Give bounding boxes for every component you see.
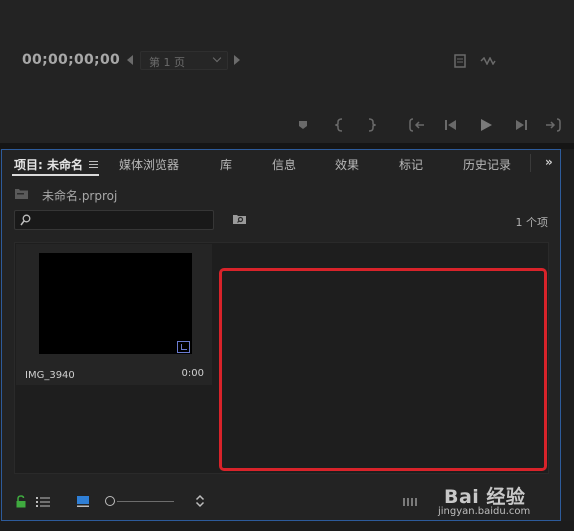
clip-name: IMG_3940 bbox=[25, 370, 75, 381]
step-forward-icon[interactable] bbox=[514, 119, 528, 131]
item-count: 1 个项 bbox=[515, 216, 549, 229]
tab-markers[interactable]: 标记 bbox=[399, 156, 423, 173]
status-bar bbox=[0, 521, 574, 531]
zoom-slider-thumb[interactable] bbox=[105, 496, 115, 506]
source-monitor: 00;00;00;00 第 1 页 bbox=[0, 0, 574, 143]
clip-item[interactable]: IMG_3940 0:00 bbox=[16, 244, 212, 385]
tab-project[interactable]: 项目: 未命名 bbox=[14, 156, 83, 173]
active-tab-underline bbox=[12, 174, 99, 176]
tab-effects[interactable]: 效果 bbox=[335, 156, 359, 173]
sequence-badge-icon bbox=[177, 341, 190, 353]
mark-in-icon[interactable] bbox=[335, 118, 345, 132]
search-icon bbox=[20, 214, 31, 226]
icon-view-icon[interactable] bbox=[76, 495, 90, 508]
search-input[interactable] bbox=[14, 210, 214, 230]
list-view-icon[interactable] bbox=[35, 496, 51, 508]
previous-page-icon[interactable] bbox=[127, 55, 133, 65]
export-frame-icon[interactable] bbox=[454, 54, 466, 68]
project-file-name: 未命名.prproj bbox=[42, 189, 118, 203]
mark-out-icon[interactable] bbox=[366, 118, 376, 132]
page-select-label: 第 1 页 bbox=[149, 56, 185, 69]
clip-thumbnail[interactable] bbox=[39, 253, 192, 354]
tab-media-browser[interactable]: 媒体浏览器 bbox=[119, 156, 179, 173]
clip-duration: 0:00 bbox=[181, 368, 204, 379]
tab-info[interactable]: 信息 bbox=[272, 156, 296, 173]
automate-to-sequence-icon[interactable] bbox=[402, 497, 418, 507]
timecode-display[interactable]: 00;00;00;00 bbox=[22, 52, 120, 68]
zoom-slider-track[interactable] bbox=[117, 501, 174, 502]
new-search-bin-icon[interactable] bbox=[232, 213, 247, 225]
marker-icon[interactable] bbox=[297, 119, 309, 131]
go-to-out-icon[interactable] bbox=[544, 118, 564, 132]
lock-icon[interactable] bbox=[15, 495, 27, 508]
panel-menu-icon[interactable] bbox=[89, 161, 98, 168]
page-select[interactable]: 第 1 页 bbox=[140, 51, 228, 70]
settings-wave-icon[interactable] bbox=[480, 57, 496, 65]
next-page-icon[interactable] bbox=[234, 55, 240, 65]
panel-tab-bar: 项目: 未命名 媒体浏览器 库 信息 效果 标记 历史记录 » bbox=[2, 150, 560, 178]
play-icon[interactable] bbox=[479, 118, 493, 132]
highlight-annotation bbox=[219, 268, 547, 471]
sort-icon[interactable] bbox=[195, 494, 205, 508]
chevron-down-icon bbox=[212, 53, 222, 63]
watermark-brand: Bai 经验 bbox=[444, 486, 526, 508]
watermark-url: jingyan.baidu.com bbox=[438, 506, 531, 517]
baidu-jingyan-watermark: Bai 经验 jingyan.baidu.com bbox=[432, 474, 572, 524]
more-tabs-icon[interactable]: » bbox=[545, 155, 553, 169]
tab-history[interactable]: 历史记录 bbox=[463, 156, 511, 173]
step-back-icon[interactable] bbox=[444, 119, 458, 131]
tab-libraries[interactable]: 库 bbox=[220, 156, 232, 173]
go-to-in-icon[interactable] bbox=[408, 118, 426, 132]
tab-separator bbox=[530, 154, 531, 172]
project-folder-icon bbox=[15, 189, 28, 199]
